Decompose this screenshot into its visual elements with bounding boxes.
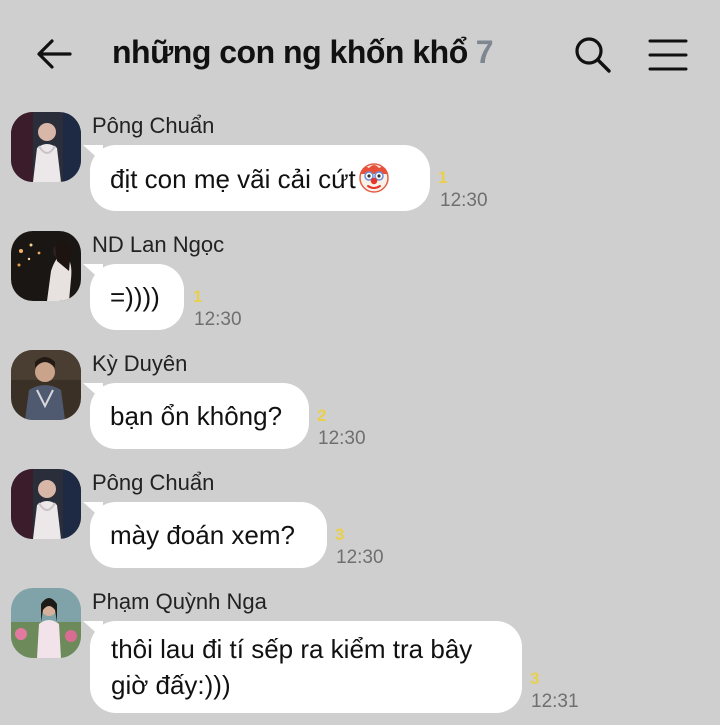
message-text: =)))) xyxy=(110,282,160,312)
message-time: 12:30 xyxy=(440,190,488,211)
hamburger-menu-icon xyxy=(648,39,688,71)
avatar[interactable] xyxy=(11,588,81,658)
message-bubble[interactable]: mày đoán xem? xyxy=(90,502,327,568)
chat-title: những con ng khốn khổ 7 xyxy=(112,34,494,71)
sender-name: Pông Chuẩn xyxy=(92,113,215,138)
message-bubble[interactable]: bạn ổn không? xyxy=(90,383,309,449)
unread-count: 3 xyxy=(335,525,345,544)
member-count: 7 xyxy=(475,34,494,70)
avatar-photo xyxy=(11,350,81,420)
sender-name: Pông Chuẩn xyxy=(92,470,215,495)
message-time: 12:30 xyxy=(336,547,384,568)
chat-name: những con ng khốn khổ xyxy=(112,34,468,70)
clown-face-icon xyxy=(358,163,389,193)
message-text: bạn ổn không? xyxy=(110,401,283,431)
message-bubble[interactable]: =)))) xyxy=(90,264,184,330)
message-time: 12:31 xyxy=(531,691,579,712)
search-icon xyxy=(575,37,611,73)
sender-name: Kỳ Duyên xyxy=(92,351,188,376)
avatar[interactable] xyxy=(11,469,81,539)
avatar[interactable] xyxy=(11,112,81,182)
avatar-photo xyxy=(11,469,81,539)
back-button[interactable] xyxy=(30,30,78,78)
message-time: 12:30 xyxy=(318,428,366,449)
menu-button[interactable] xyxy=(645,32,691,78)
arrow-left-icon xyxy=(37,39,72,69)
unread-count: 1 xyxy=(193,287,203,306)
avatar[interactable] xyxy=(11,231,81,301)
unread-count: 1 xyxy=(438,168,448,187)
message-text: mày đoán xem? xyxy=(110,520,295,550)
message-text: địt con mẹ vãi cải cứt xyxy=(110,164,356,194)
message-bubble[interactable]: địt con mẹ vãi cải cứt xyxy=(90,145,430,211)
message-text-line: thôi lau đi tí sếp ra kiểm tra bây xyxy=(111,634,473,664)
chat-header: những con ng khốn khổ 7 xyxy=(0,0,720,104)
sender-name: ND Lan Ngọc xyxy=(92,232,225,257)
message-bubble[interactable]: thôi lau đi tí sếp ra kiểm tra bây giờ đ… xyxy=(90,621,522,713)
search-button[interactable] xyxy=(570,32,616,78)
avatar-photo xyxy=(11,231,81,301)
avatar-photo xyxy=(11,112,81,182)
sender-name: Phạm Quỳnh Nga xyxy=(92,589,267,614)
avatar-photo xyxy=(11,588,81,658)
unread-count: 3 xyxy=(530,669,540,688)
message-text-line: giờ đấy:))) xyxy=(111,670,231,700)
avatar[interactable] xyxy=(11,350,81,420)
unread-count: 2 xyxy=(317,406,327,425)
message-time: 12:30 xyxy=(194,309,242,330)
